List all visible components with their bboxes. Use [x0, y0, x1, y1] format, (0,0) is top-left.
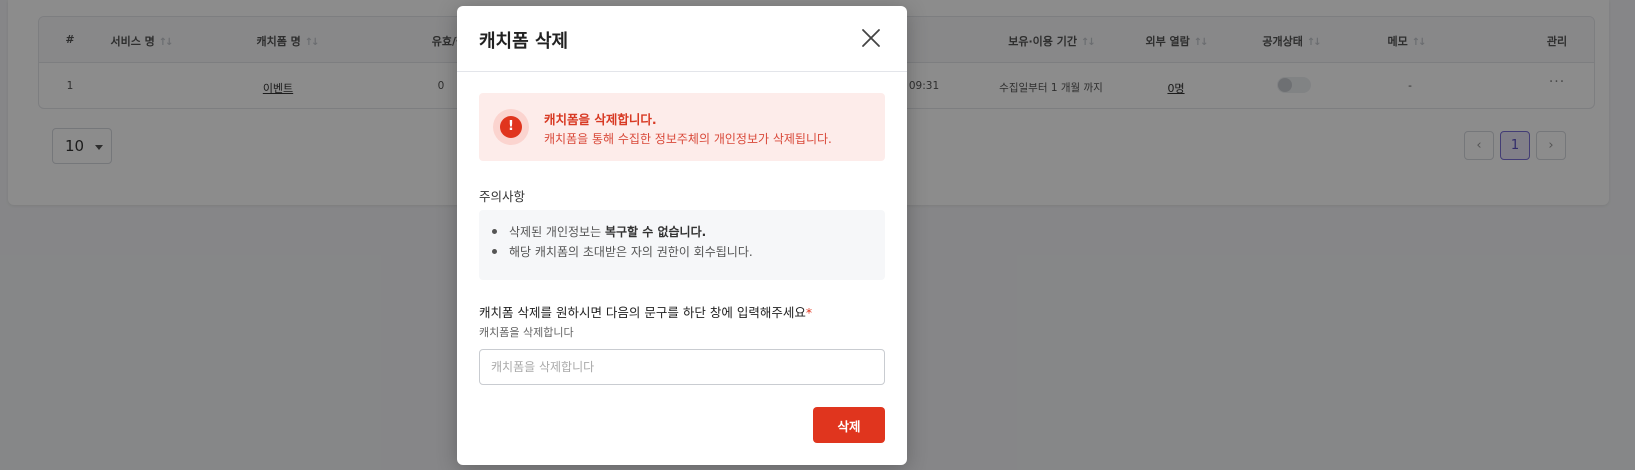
delete-button[interactable]: 삭제 — [813, 407, 885, 443]
notes-label: 주의사항 — [479, 189, 526, 204]
modal-title: 캐치폼 삭제 — [479, 31, 569, 52]
note-item: 해당 캐치폼의 초대받은 자의 권한이 회수됩니다. — [492, 245, 753, 259]
alert-title: 캐치폼을 삭제합니다. — [544, 112, 657, 127]
exclamation-icon: ! — [493, 109, 529, 145]
confirm-phrase: 캐치폼을 삭제합니다 — [479, 326, 574, 339]
danger-alert: ! 캐치폼을 삭제합니다. 캐치폼을 통해 수집한 정보주체의 개인정보가 삭제… — [479, 93, 885, 161]
notes-box: 삭제된 개인정보는 복구할 수 없습니다. 해당 캐치폼의 초대받은 자의 권한… — [479, 210, 885, 280]
confirm-label: 캐치폼 삭제를 원하시면 다음의 문구를 하단 창에 입력해주세요* — [479, 305, 813, 320]
confirm-input[interactable] — [479, 349, 885, 385]
note-item: 삭제된 개인정보는 복구할 수 없습니다. — [491, 225, 707, 239]
required-mark: * — [805, 305, 813, 320]
alert-description: 캐치폼을 통해 수집한 정보주체의 개인정보가 삭제됩니다. — [544, 132, 832, 146]
close-icon[interactable] — [861, 28, 881, 48]
delete-catchform-modal: 캐치폼 삭제 ! 캐치폼을 삭제합니다. 캐치폼을 통해 수집한 정보주체의 개… — [457, 6, 907, 465]
modal-header: 캐치폼 삭제 — [457, 6, 907, 72]
